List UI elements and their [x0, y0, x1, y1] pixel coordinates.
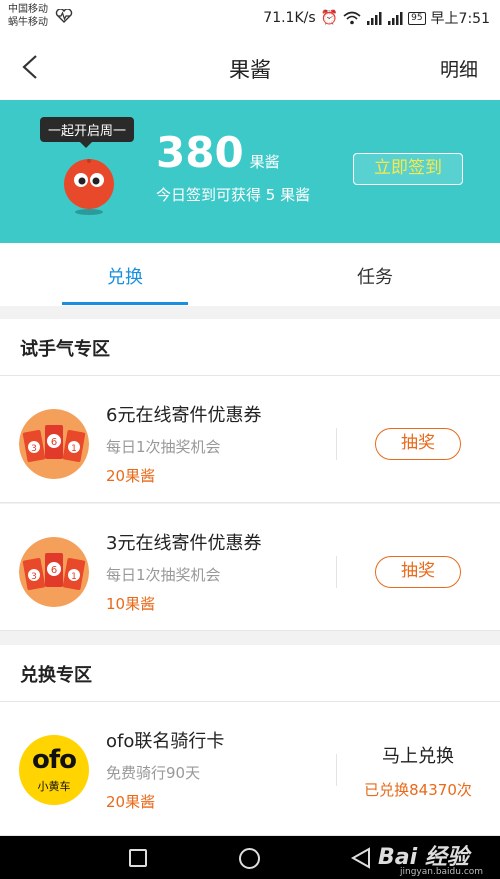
section-exchange-header: 兑换专区: [0, 645, 500, 702]
item-subtitle: 每日1次抽奖机会: [106, 438, 221, 456]
signin-button[interactable]: 立即签到: [353, 153, 463, 185]
item-subtitle: 每日1次抽奖机会: [106, 566, 221, 584]
clock: 早上7:51: [430, 11, 490, 27]
tab-bar: 兑换 任务: [0, 243, 500, 306]
svg-text:3: 3: [31, 572, 37, 582]
item-price: 10果酱: [106, 595, 156, 613]
signin-reward-text: 今日签到可获得 5 果酱: [156, 186, 311, 204]
tab-task[interactable]: 任务: [250, 263, 500, 289]
section-exchange-title: 兑换专区: [20, 665, 92, 686]
back-triangle-icon[interactable]: [349, 846, 373, 870]
tab-exchange[interactable]: 兑换: [0, 263, 250, 289]
lottery-button[interactable]: 抽奖: [375, 556, 461, 588]
svg-text:1: 1: [71, 444, 77, 454]
system-nav-bar: Bai 经验 jingyan.baidu.com: [0, 836, 500, 879]
points-value: 380: [156, 128, 244, 177]
carrier-2: 蜗牛移动: [8, 17, 48, 28]
item-title: 6元在线寄件优惠券: [106, 405, 262, 426]
section-trial-title: 试手气专区: [20, 339, 110, 360]
points-display: 380 果酱: [156, 128, 280, 177]
list-item[interactable]: 3 6 1 3元在线寄件优惠券 每日1次抽奖机会 10果酱 抽奖: [0, 504, 500, 631]
item-title: 3元在线寄件优惠券: [106, 533, 262, 554]
points-unit: 果酱: [249, 153, 280, 171]
watermark-url: jingyan.baidu.com: [400, 867, 484, 877]
ofo-logo-icon: ofo 小黄车: [19, 735, 89, 805]
detail-link[interactable]: 明细: [440, 55, 478, 82]
carrier-1: 中国移动: [8, 4, 48, 15]
lottery-button[interactable]: 抽奖: [375, 428, 461, 460]
status-right: 71.1K/s ⏰ 95 早上7:51: [263, 8, 490, 28]
heart-rate-icon: [55, 9, 73, 23]
ofo-logo-text: ofo: [31, 745, 77, 775]
status-bar: 中国移动 蜗牛移动 71.1K/s ⏰ 95 早上7:51: [0, 0, 500, 34]
alarm-icon: ⏰: [320, 10, 339, 26]
network-speed: 71.1K/s: [263, 10, 316, 26]
home-icon[interactable]: [239, 848, 260, 869]
item-title: ofo联名骑行卡: [106, 731, 225, 752]
item-price: 20果酱: [106, 467, 156, 485]
svg-text:6: 6: [51, 437, 57, 448]
svg-text:3: 3: [31, 444, 37, 454]
signal-4g-icon: [367, 12, 382, 25]
list-item[interactable]: 3 6 1 6元在线寄件优惠券 每日1次抽奖机会 20果酱 抽奖: [0, 376, 500, 503]
item-subtitle: 免费骑行90天: [106, 764, 201, 782]
divider: [336, 556, 337, 588]
svg-text:1: 1: [71, 572, 77, 582]
list-item[interactable]: ofo 小黄车 ofo联名骑行卡 免费骑行90天 20果酱 马上兑换 已兑换84…: [0, 702, 500, 836]
signal-2g-icon: [388, 12, 403, 25]
tab-active-indicator: [62, 302, 188, 305]
battery-icon: 95: [408, 11, 426, 25]
svg-text:6: 6: [51, 565, 57, 576]
coupon-thumbnail-icon: 3 6 1: [19, 537, 89, 607]
carrier-info: 中国移动 蜗牛移动: [8, 3, 48, 29]
divider: [336, 428, 337, 460]
redeemed-count: 已兑换84370次: [364, 781, 472, 799]
points-banner: 一起开启周一 380 果酱 今日签到可获得 5 果酱 立即签到: [0, 100, 500, 243]
mascot-icon: [64, 159, 114, 215]
wifi-icon: [343, 11, 361, 25]
mascot-tooltip: 一起开启周一: [40, 117, 135, 148]
recent-apps-icon[interactable]: [129, 849, 147, 867]
page-title: 果酱: [229, 58, 271, 82]
ofo-logo-subtext: 小黄车: [37, 780, 71, 793]
item-price: 20果酱: [106, 793, 156, 811]
section-trial-header: 试手气专区: [0, 319, 500, 376]
coupon-thumbnail-icon: 3 6 1: [19, 409, 89, 479]
redeem-button[interactable]: 马上兑换: [336, 742, 500, 768]
nav-bar: 果酱 明细: [0, 34, 500, 100]
